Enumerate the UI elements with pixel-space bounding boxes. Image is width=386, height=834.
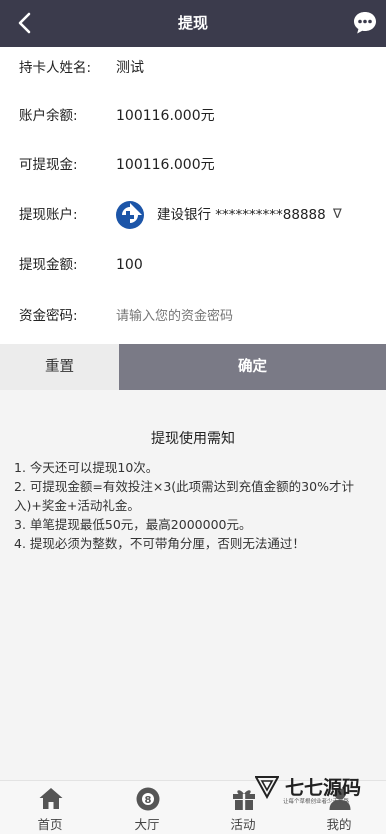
tab-home-label: 首页 <box>37 817 63 832</box>
svg-text:8: 8 <box>145 795 152 806</box>
withdrawable-label: 可提现金: <box>19 157 78 173</box>
name-label: 持卡人姓名: <box>19 60 92 76</box>
account-select[interactable]: 提现账户: 建设银行 **********88888 ∇ <box>0 195 386 235</box>
notice-line: 1. 今天还可以提现10次。 <box>14 460 159 475</box>
withdraw-notice: 提现使用需知 1. 今天还可以提现10次。 2. 可提现金额=有效投注×3(此项… <box>0 390 386 780</box>
tab-mine-label: 我的 <box>326 817 352 832</box>
chat-bubble-icon[interactable] <box>352 10 378 36</box>
reset-button[interactable]: 重置 <box>0 344 119 390</box>
password-row: 资金密码: <box>0 296 386 337</box>
password-label: 资金密码: <box>19 308 78 324</box>
page-title: 提现 <box>177 14 208 32</box>
gift-icon <box>233 790 255 810</box>
ccb-bank-logo-icon <box>116 201 144 229</box>
notice-line: 4. 提现必须为整数，不可带角分厘，否则无法通过！ <box>14 536 305 551</box>
confirm-button[interactable]: 确定 <box>119 344 386 390</box>
notice-line: 2. 可提现金额=有效投注×3(此项需达到充值金额的30%才计入)+奖金+活动礼… <box>14 479 354 513</box>
withdrawable-row: 可提现金: 100116.000元 <box>0 145 386 185</box>
amount-input[interactable]: 100 <box>116 245 143 285</box>
name-row: 持卡人姓名: 测试 <box>0 48 386 88</box>
amount-label: 提现金额: <box>19 257 78 273</box>
top-navbar: 提现 <box>0 0 386 47</box>
tab-lobby-label: 大厅 <box>134 817 160 832</box>
tab-home[interactable]: 首页 <box>2 781 98 834</box>
watermark-logo: 七七源码 让每个草根创业者少走弯路 <box>255 773 383 807</box>
dropdown-arrow-icon: ∇ <box>333 207 342 222</box>
lottery-ball-icon: 8 <box>136 787 160 811</box>
name-value: 测试 <box>116 60 144 76</box>
watermark-text: 七七源码 <box>285 777 362 799</box>
password-input[interactable] <box>116 296 366 337</box>
watermark-triangle-icon <box>255 776 279 799</box>
balance-row: 账户余额: 100116.000元 <box>0 96 386 136</box>
bank-account-name: 建设银行 **********88888 <box>157 207 326 223</box>
balance-label: 账户余额: <box>19 108 78 124</box>
watermark-subtext: 让每个草根创业者少走弯路 <box>283 799 350 805</box>
withdraw-form: 持卡人姓名: 测试 账户余额: 100116.000元 可提现金: 100116… <box>0 47 386 344</box>
notice-line: 3. 单笔提现最低50元，最高2000000元。 <box>14 517 252 532</box>
notice-title: 提现使用需知 <box>151 431 235 447</box>
tab-lobby[interactable]: 8 大厅 <box>99 781 195 834</box>
notice-list: 1. 今天还可以提现10次。 2. 可提现金额=有效投注×3(此项需达到充值金额… <box>14 458 372 553</box>
balance-value: 100116.000元 <box>116 108 215 124</box>
amount-row: 提现金额: 100 <box>0 245 386 285</box>
withdrawable-value: 100116.000元 <box>116 157 215 173</box>
account-label: 提现账户: <box>19 207 78 223</box>
home-icon <box>39 788 63 809</box>
tab-activity-label: 活动 <box>230 817 256 832</box>
